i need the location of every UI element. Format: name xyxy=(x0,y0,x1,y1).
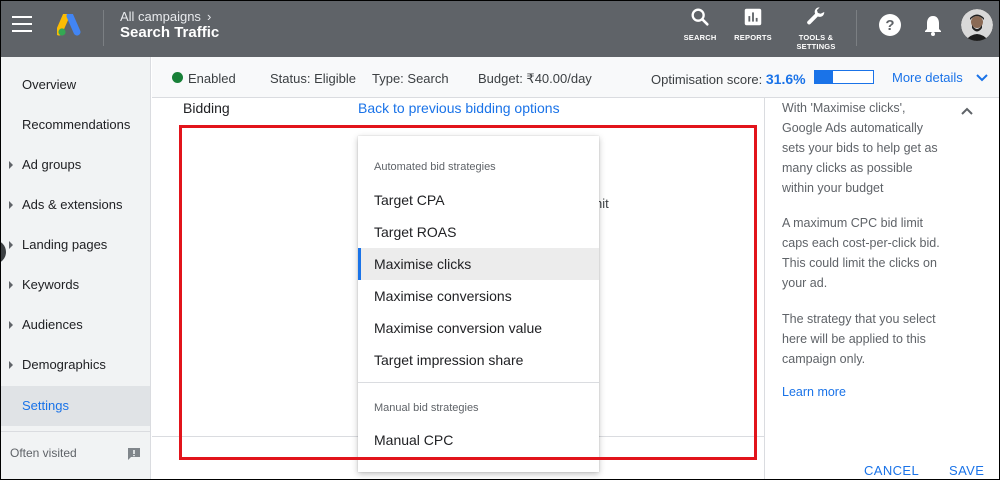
search-button[interactable]: SEARCH xyxy=(682,6,718,42)
help-text-strategy-scope: The strategy that you select here will b… xyxy=(782,312,936,366)
google-ads-logo[interactable] xyxy=(57,14,83,38)
automated-bid-strategies-header: Automated bid strategies xyxy=(374,161,496,173)
sidebar-item-settings[interactable]: Settings xyxy=(0,386,150,426)
page-title: Search Traffic xyxy=(120,24,220,41)
sidebar-item-audiences[interactable]: Audiences xyxy=(0,305,150,345)
help-panel: With 'Maximise clicks', Google Ads autom… xyxy=(764,98,1000,480)
sidebar-item-overview[interactable]: Overview xyxy=(0,65,150,105)
sidebar-item-landing-pages[interactable]: Landing pages xyxy=(0,225,150,265)
often-visited-label: Often visited xyxy=(10,446,77,460)
menu-item-target-cpa[interactable]: Target CPA xyxy=(358,184,599,216)
tools-settings-button[interactable]: TOOLS & SETTINGS xyxy=(790,6,842,51)
menu-item-manual-cpc[interactable]: Manual CPC xyxy=(358,424,599,456)
expand-icon xyxy=(9,321,13,329)
learn-more-link[interactable]: Learn more xyxy=(782,385,846,399)
manual-bid-strategies-header: Manual bid strategies xyxy=(374,402,479,414)
help-text-max-cpc: A maximum CPC bid limit caps each cost-p… xyxy=(782,216,940,290)
reports-button[interactable]: REPORTS xyxy=(732,6,774,42)
bell-icon[interactable] xyxy=(922,13,944,37)
campaign-status-bar: Enabled Status: Eligible Type: Search Bu… xyxy=(152,57,1000,98)
campaign-enabled-status[interactable]: Enabled xyxy=(188,71,236,86)
expand-icon xyxy=(9,201,13,209)
svg-text:?: ? xyxy=(885,17,894,34)
sidebar-item-demographics[interactable]: Demographics xyxy=(0,345,150,385)
expand-icon xyxy=(9,281,13,289)
sidebar-item-ad-groups[interactable]: Ad groups xyxy=(0,145,150,185)
breadcrumb[interactable]: All campaigns › xyxy=(120,9,211,24)
chevron-down-icon[interactable] xyxy=(974,69,990,85)
more-details-link[interactable]: More details xyxy=(892,70,963,85)
bid-strategy-dropdown: Automated bid strategies Target CPA Targ… xyxy=(358,136,599,472)
bidding-section-label: Bidding xyxy=(183,100,230,116)
expand-icon xyxy=(9,241,13,249)
menu-item-maximise-clicks[interactable]: Maximise clicks xyxy=(358,248,599,280)
search-icon xyxy=(691,8,709,26)
menu-icon[interactable] xyxy=(12,16,32,32)
save-button[interactable]: SAVE xyxy=(949,463,984,478)
campaign-eligibility: Status: Eligible xyxy=(270,71,356,86)
wrench-icon xyxy=(807,7,825,25)
sidebar-item-keywords[interactable]: Keywords xyxy=(0,265,150,305)
top-app-bar: All campaigns › Search Traffic SEARCH REP… xyxy=(0,0,1000,57)
chevron-up-icon[interactable] xyxy=(959,104,975,120)
menu-item-target-roas[interactable]: Target ROAS xyxy=(358,216,599,248)
sidebar-item-ads-extensions[interactable]: Ads & extensions xyxy=(0,185,150,225)
campaign-budget[interactable]: Budget: ₹40.00/day xyxy=(478,71,592,87)
menu-item-maximise-conversions[interactable]: Maximise conversions xyxy=(358,280,599,312)
optimisation-score-bar xyxy=(814,70,874,84)
enabled-status-dot xyxy=(172,72,183,83)
optimisation-score-fill xyxy=(815,71,834,83)
avatar[interactable] xyxy=(961,9,993,41)
sidebar: Overview Recommendations Ad groups Ads &… xyxy=(0,57,151,480)
campaign-type: Type: Search xyxy=(372,71,449,86)
feedback-icon[interactable] xyxy=(126,446,142,462)
sidebar-item-recommendations[interactable]: Recommendations xyxy=(0,105,150,145)
help-text-maximise-clicks: With 'Maximise clicks', Google Ads autom… xyxy=(782,101,938,195)
optimisation-score: Optimisation score: 31.6% xyxy=(651,71,806,87)
help-icon[interactable]: ? xyxy=(878,13,902,37)
menu-item-target-impression-share[interactable]: Target impression share xyxy=(358,344,599,376)
expand-icon xyxy=(9,161,13,169)
reports-icon xyxy=(744,8,762,26)
back-to-previous-bidding-link[interactable]: Back to previous bidding options xyxy=(358,100,560,116)
menu-item-maximise-conversion-value[interactable]: Maximise conversion value xyxy=(358,312,599,344)
often-visited-section: Often visited xyxy=(0,431,150,480)
cancel-button[interactable]: CANCEL xyxy=(864,463,919,478)
expand-icon xyxy=(9,361,13,369)
